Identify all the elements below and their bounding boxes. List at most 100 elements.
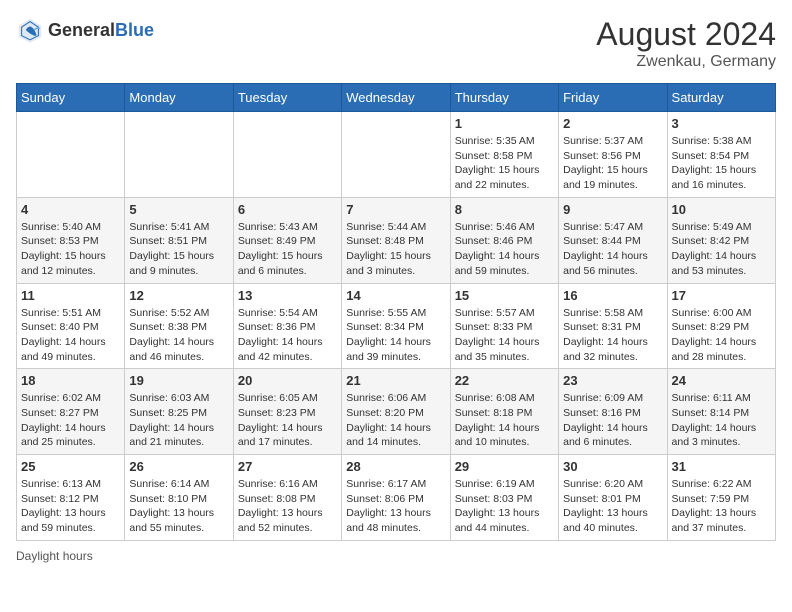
day-number: 14 xyxy=(346,288,445,303)
weekday-header-thursday: Thursday xyxy=(450,84,558,112)
weekday-header-wednesday: Wednesday xyxy=(342,84,450,112)
calendar-cell xyxy=(233,112,341,198)
logo-blue-text: Blue xyxy=(115,20,154,40)
day-number: 26 xyxy=(129,459,228,474)
calendar-cell: 2 Sunrise: 5:37 AM Sunset: 8:56 PM Daylig… xyxy=(559,112,667,198)
logo: GeneralBlue xyxy=(16,16,154,44)
day-info: Sunrise: 5:58 AM Sunset: 8:31 PM Dayligh… xyxy=(563,306,662,365)
week-row-3: 11 Sunrise: 5:51 AM Sunset: 8:40 PM Dayli… xyxy=(17,283,776,369)
day-number: 9 xyxy=(563,202,662,217)
day-number: 19 xyxy=(129,373,228,388)
calendar-cell: 6 Sunrise: 5:43 AM Sunset: 8:49 PM Daylig… xyxy=(233,197,341,283)
day-number: 23 xyxy=(563,373,662,388)
day-number: 17 xyxy=(672,288,771,303)
day-info: Sunrise: 6:00 AM Sunset: 8:29 PM Dayligh… xyxy=(672,306,771,365)
calendar-cell: 13 Sunrise: 5:54 AM Sunset: 8:36 PM Dayli… xyxy=(233,283,341,369)
footer-note: Daylight hours xyxy=(16,549,776,563)
logo-icon xyxy=(16,16,44,44)
page-header: GeneralBlue August 2024 Zwenkau, Germany xyxy=(16,16,776,71)
day-info: Sunrise: 6:22 AM Sunset: 7:59 PM Dayligh… xyxy=(672,477,771,536)
calendar-cell: 23 Sunrise: 6:09 AM Sunset: 8:16 PM Dayli… xyxy=(559,369,667,455)
day-info: Sunrise: 5:40 AM Sunset: 8:53 PM Dayligh… xyxy=(21,220,120,279)
day-info: Sunrise: 6:16 AM Sunset: 8:08 PM Dayligh… xyxy=(238,477,337,536)
week-row-2: 4Sunrise: 5:40 AM Sunset: 8:53 PM Daylig… xyxy=(17,197,776,283)
logo-general-text: General xyxy=(48,20,115,40)
day-info: Sunrise: 5:47 AM Sunset: 8:44 PM Dayligh… xyxy=(563,220,662,279)
day-number: 10 xyxy=(672,202,771,217)
day-number: 31 xyxy=(672,459,771,474)
day-info: Sunrise: 5:43 AM Sunset: 8:49 PM Dayligh… xyxy=(238,220,337,279)
day-number: 6 xyxy=(238,202,337,217)
calendar-cell: 28 Sunrise: 6:17 AM Sunset: 8:06 PM Dayli… xyxy=(342,455,450,541)
weekday-header-tuesday: Tuesday xyxy=(233,84,341,112)
day-number: 5 xyxy=(129,202,228,217)
day-number: 27 xyxy=(238,459,337,474)
title-block: August 2024 Zwenkau, Germany xyxy=(596,16,776,71)
day-info: Sunrise: 6:09 AM Sunset: 8:16 PM Dayligh… xyxy=(563,391,662,450)
day-info: Sunrise: 6:17 AM Sunset: 8:06 PM Dayligh… xyxy=(346,477,445,536)
day-info: Sunrise: 5:37 AM Sunset: 8:56 PM Dayligh… xyxy=(563,134,662,193)
day-info: Sunrise: 5:46 AM Sunset: 8:46 PM Dayligh… xyxy=(455,220,554,279)
location-subtitle: Zwenkau, Germany xyxy=(596,53,776,71)
calendar-cell: 17 Sunrise: 6:00 AM Sunset: 8:29 PM Dayli… xyxy=(667,283,775,369)
calendar-table: SundayMondayTuesdayWednesdayThursdayFrid… xyxy=(16,83,776,541)
day-info: Sunrise: 5:35 AM Sunset: 8:58 PM Dayligh… xyxy=(455,134,554,193)
day-number: 7 xyxy=(346,202,445,217)
calendar-cell xyxy=(17,112,125,198)
calendar-cell: 9 Sunrise: 5:47 AM Sunset: 8:44 PM Daylig… xyxy=(559,197,667,283)
day-number: 29 xyxy=(455,459,554,474)
weekday-header-monday: Monday xyxy=(125,84,233,112)
calendar-cell: 4Sunrise: 5:40 AM Sunset: 8:53 PM Daylig… xyxy=(17,197,125,283)
day-info: Sunrise: 6:20 AM Sunset: 8:01 PM Dayligh… xyxy=(563,477,662,536)
calendar-cell: 15Sunrise: 5:57 AM Sunset: 8:33 PM Dayli… xyxy=(450,283,558,369)
calendar-cell: 24 Sunrise: 6:11 AM Sunset: 8:14 PM Dayli… xyxy=(667,369,775,455)
day-number: 28 xyxy=(346,459,445,474)
day-number: 11 xyxy=(21,288,120,303)
calendar-cell: 12 Sunrise: 5:52 AM Sunset: 8:38 PM Dayli… xyxy=(125,283,233,369)
day-info: Sunrise: 5:54 AM Sunset: 8:36 PM Dayligh… xyxy=(238,306,337,365)
day-number: 3 xyxy=(672,116,771,131)
calendar-cell: 10 Sunrise: 5:49 AM Sunset: 8:42 PM Dayli… xyxy=(667,197,775,283)
calendar-cell: 29Sunrise: 6:19 AM Sunset: 8:03 PM Dayli… xyxy=(450,455,558,541)
day-info: Sunrise: 5:55 AM Sunset: 8:34 PM Dayligh… xyxy=(346,306,445,365)
calendar-cell xyxy=(125,112,233,198)
weekday-header-sunday: Sunday xyxy=(17,84,125,112)
calendar-cell: 30 Sunrise: 6:20 AM Sunset: 8:01 PM Dayli… xyxy=(559,455,667,541)
day-number: 16 xyxy=(563,288,662,303)
day-info: Sunrise: 5:57 AM Sunset: 8:33 PM Dayligh… xyxy=(455,306,554,365)
calendar-cell: 18Sunrise: 6:02 AM Sunset: 8:27 PM Dayli… xyxy=(17,369,125,455)
day-info: Sunrise: 5:49 AM Sunset: 8:42 PM Dayligh… xyxy=(672,220,771,279)
week-row-5: 25 Sunrise: 6:13 AM Sunset: 8:12 PM Dayli… xyxy=(17,455,776,541)
calendar-cell: 8 Sunrise: 5:46 AM Sunset: 8:46 PM Daylig… xyxy=(450,197,558,283)
day-number: 30 xyxy=(563,459,662,474)
day-info: Sunrise: 6:03 AM Sunset: 8:25 PM Dayligh… xyxy=(129,391,228,450)
day-number: 2 xyxy=(563,116,662,131)
week-row-4: 18Sunrise: 6:02 AM Sunset: 8:27 PM Dayli… xyxy=(17,369,776,455)
weekday-header-saturday: Saturday xyxy=(667,84,775,112)
day-info: Sunrise: 5:41 AM Sunset: 8:51 PM Dayligh… xyxy=(129,220,228,279)
calendar-cell: 14 Sunrise: 5:55 AM Sunset: 8:34 PM Dayli… xyxy=(342,283,450,369)
calendar-cell: 1 Sunrise: 5:35 AM Sunset: 8:58 PM Daylig… xyxy=(450,112,558,198)
day-number: 22 xyxy=(455,373,554,388)
day-number: 12 xyxy=(129,288,228,303)
calendar-cell: 26Sunrise: 6:14 AM Sunset: 8:10 PM Dayli… xyxy=(125,455,233,541)
calendar-cell: 3 Sunrise: 5:38 AM Sunset: 8:54 PM Daylig… xyxy=(667,112,775,198)
day-number: 24 xyxy=(672,373,771,388)
month-year-title: August 2024 xyxy=(596,16,776,53)
weekday-header-friday: Friday xyxy=(559,84,667,112)
day-number: 1 xyxy=(455,116,554,131)
day-info: Sunrise: 5:51 AM Sunset: 8:40 PM Dayligh… xyxy=(21,306,120,365)
day-number: 8 xyxy=(455,202,554,217)
day-number: 13 xyxy=(238,288,337,303)
day-info: Sunrise: 5:52 AM Sunset: 8:38 PM Dayligh… xyxy=(129,306,228,365)
day-info: Sunrise: 6:11 AM Sunset: 8:14 PM Dayligh… xyxy=(672,391,771,450)
calendar-cell: 21Sunrise: 6:06 AM Sunset: 8:20 PM Dayli… xyxy=(342,369,450,455)
calendar-cell: 27 Sunrise: 6:16 AM Sunset: 8:08 PM Dayli… xyxy=(233,455,341,541)
day-number: 21 xyxy=(346,373,445,388)
weekday-header-row: SundayMondayTuesdayWednesdayThursdayFrid… xyxy=(17,84,776,112)
calendar-cell xyxy=(342,112,450,198)
day-number: 25 xyxy=(21,459,120,474)
calendar-cell: 5 Sunrise: 5:41 AM Sunset: 8:51 PM Daylig… xyxy=(125,197,233,283)
day-info: Sunrise: 5:38 AM Sunset: 8:54 PM Dayligh… xyxy=(672,134,771,193)
day-info: Sunrise: 6:13 AM Sunset: 8:12 PM Dayligh… xyxy=(21,477,120,536)
